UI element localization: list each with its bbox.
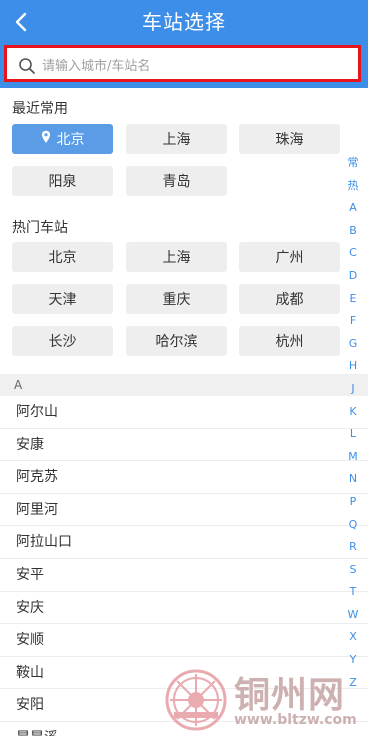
index-letter[interactable]: B	[342, 220, 364, 243]
hot-chip-hangzhou[interactable]: 杭州	[239, 326, 340, 356]
index-letter[interactable]: H	[342, 355, 364, 378]
chip-label: 成都	[275, 292, 304, 308]
hot-chip-beijing[interactable]: 北京	[12, 242, 113, 272]
group-header-a: A	[0, 374, 368, 396]
index-letter[interactable]: W	[342, 604, 364, 627]
recent-chip-beijing[interactable]: 北京	[12, 124, 113, 154]
index-letter[interactable]: T	[342, 581, 364, 604]
chip-label: 珠海	[275, 132, 304, 148]
index-letter[interactable]: C	[342, 242, 364, 265]
station-item[interactable]: 安平	[0, 559, 368, 592]
index-letter[interactable]: D	[342, 265, 364, 288]
recent-chip-qingdao[interactable]: 青岛	[126, 166, 227, 196]
search-input[interactable]	[42, 53, 342, 79]
recent-chip-zhuhai[interactable]: 珠海	[239, 124, 340, 154]
hot-chip-harbin[interactable]: 哈尔滨	[126, 326, 227, 356]
hot-chip-tianjin[interactable]: 天津	[12, 284, 113, 314]
chip-label: 上海	[162, 132, 191, 148]
station-item[interactable]: 安顺	[0, 624, 368, 657]
search-icon	[19, 58, 35, 74]
chip-label: 长沙	[48, 334, 77, 350]
alphabet-index-bar[interactable]: 常 热 A B C D E F G H J K L M N P Q R S T …	[342, 152, 364, 694]
page-title: 车站选择	[142, 10, 226, 34]
hot-chip-guangzhou[interactable]: 广州	[239, 242, 340, 272]
index-letter[interactable]: 热	[342, 175, 364, 198]
index-letter[interactable]: 常	[342, 152, 364, 175]
index-letter[interactable]: G	[342, 333, 364, 356]
index-letter[interactable]: M	[342, 446, 364, 469]
index-letter[interactable]: F	[342, 310, 364, 333]
index-letter[interactable]: R	[342, 536, 364, 559]
recent-chip-yangquan[interactable]: 阳泉	[12, 166, 113, 196]
chip-label: 北京	[48, 250, 77, 266]
index-letter[interactable]: E	[342, 288, 364, 311]
index-letter[interactable]: X	[342, 626, 364, 649]
index-letter[interactable]: K	[342, 401, 364, 424]
search-highlight-frame	[4, 45, 361, 82]
watermark-url: www.bltzw.com	[234, 712, 357, 728]
index-letter[interactable]: S	[342, 559, 364, 582]
index-letter[interactable]: Q	[342, 514, 364, 537]
chip-label: 阳泉	[48, 174, 77, 190]
watermark-logo-icon	[165, 669, 227, 731]
index-letter[interactable]: A	[342, 197, 364, 220]
header-bar: 车站选择	[0, 0, 368, 88]
hot-chip-changsha[interactable]: 长沙	[12, 326, 113, 356]
chip-label: 杭州	[275, 334, 304, 350]
recent-section-title: 最近常用	[12, 101, 68, 117]
station-item[interactable]: 安庆	[0, 592, 368, 625]
chip-label: 天津	[48, 292, 77, 308]
watermark-name: 铜州网	[234, 674, 346, 716]
chip-label: 重庆	[162, 292, 191, 308]
chip-label: 青岛	[162, 174, 191, 190]
station-item[interactable]: 阿拉山口	[0, 526, 368, 559]
station-item[interactable]: 阿里河	[0, 494, 368, 527]
recent-chip-shanghai[interactable]: 上海	[126, 124, 227, 154]
station-item[interactable]: 阿克苏	[0, 461, 368, 494]
index-letter[interactable]: L	[342, 423, 364, 446]
hot-chip-chongqing[interactable]: 重庆	[126, 284, 227, 314]
hot-chip-chengdu[interactable]: 成都	[239, 284, 340, 314]
watermark: 铜州网 www.bltzw.com	[164, 664, 364, 736]
station-item[interactable]: 阿尔山	[0, 396, 368, 429]
index-letter[interactable]: P	[342, 491, 364, 514]
search-box[interactable]	[10, 51, 355, 79]
chip-label: 上海	[162, 250, 191, 266]
location-pin-icon	[41, 130, 51, 148]
chip-label: 哈尔滨	[155, 334, 198, 350]
index-letter[interactable]: J	[342, 378, 364, 401]
station-item[interactable]: 安康	[0, 429, 368, 462]
hot-chip-shanghai[interactable]: 上海	[126, 242, 227, 272]
chip-label: 北京	[56, 132, 85, 148]
hot-section-title: 热门车站	[12, 220, 68, 236]
chip-label: 广州	[275, 250, 304, 266]
index-letter[interactable]: N	[342, 468, 364, 491]
